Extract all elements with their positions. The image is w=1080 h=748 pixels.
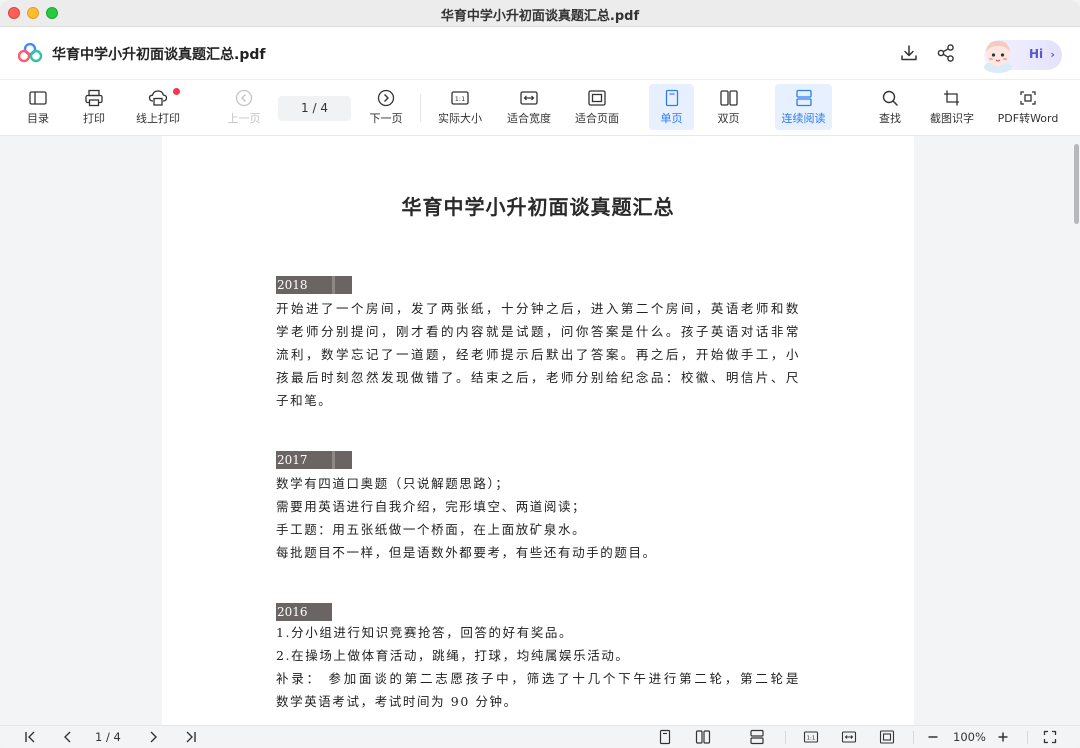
double-page-button[interactable]: 双页 — [706, 84, 751, 130]
continuous-scroll-icon[interactable] — [749, 729, 765, 745]
toolbar: 目录 打印 线上打印 上一页 1 / 4 下一页 1:1 实际大小 适合宽度 适… — [0, 80, 1080, 136]
bottom-divider — [1027, 731, 1028, 744]
prev-page-button[interactable]: 上一页 — [222, 84, 266, 130]
last-page-icon[interactable] — [183, 729, 199, 745]
single-page-button[interactable]: 单页 — [649, 84, 694, 130]
convert-icon — [1020, 91, 1036, 105]
page-number-input[interactable]: 1 / 4 — [278, 96, 351, 121]
section-year-label: 2017 年： — [276, 451, 332, 485]
continuous-reading-button[interactable]: 连续阅读 — [775, 84, 832, 130]
assistant-label[interactable]: Hi › — [1029, 47, 1055, 61]
svg-text:1:1: 1:1 — [455, 95, 465, 103]
printer-icon — [85, 89, 103, 107]
single-page-icon[interactable] — [657, 729, 673, 745]
page-indicator[interactable]: 1 / 4 — [95, 730, 121, 744]
toc-button[interactable]: 目录 — [18, 84, 58, 130]
fit-page-icon — [588, 90, 606, 106]
single-page-icon — [665, 89, 678, 107]
notification-dot — [173, 88, 180, 95]
bottom-bar: 1 / 4 1:1 100% — [0, 725, 1080, 748]
app-logo-icon — [18, 43, 42, 63]
fit-width-icon[interactable] — [841, 729, 857, 745]
chevron-left-circle-icon — [235, 89, 253, 107]
share-icon[interactable] — [936, 43, 956, 63]
bottom-divider — [913, 731, 914, 744]
toolbar-divider — [420, 94, 421, 122]
continuous-scroll-icon — [795, 89, 812, 107]
app-window: 华育中学小升初面谈真题汇总.pdf 华育中学小升初面谈真题汇总.pdf Hi ›… — [0, 0, 1080, 748]
app-header: 华育中学小升初面谈真题汇总.pdf Hi › — [0, 27, 1080, 80]
window-title: 华育中学小升初面谈真题汇总.pdf — [440, 9, 640, 24]
actual-size-icon: 1:1 — [451, 91, 469, 105]
title-bar: 华育中学小升初面谈真题汇总.pdf — [0, 0, 1080, 27]
fit-width-icon — [520, 91, 538, 105]
crop-icon — [944, 90, 959, 106]
section-paragraph: 开始进了一个房间，发了两张纸，十分钟之后，进入第二个房间，英语老师和数 学老师分… — [276, 301, 800, 408]
section-paragraph: 1.分小组进行知识竞赛抢答，回答的好有奖品。 2.在操场上做体育活动，跳绳，打球… — [276, 625, 800, 709]
actual-size-button[interactable]: 1:1 实际大小 — [434, 84, 486, 130]
fit-page-button[interactable]: 适合页面 — [570, 84, 624, 130]
section-year-label: 2016 年： — [276, 603, 332, 637]
fit-width-button[interactable]: 适合宽度 — [502, 84, 556, 130]
pdf-page: 华育中学小升初面谈真题汇总 2018 年： 开始进了一个房间，发了两张纸，十分钟… — [162, 136, 914, 725]
print-button[interactable]: 打印 — [74, 84, 114, 130]
next-page-button[interactable]: 下一页 — [364, 84, 408, 130]
screenshot-ocr-button[interactable]: 截图识字 — [926, 84, 978, 130]
prev-page-icon[interactable] — [60, 729, 76, 745]
search-button[interactable]: 查找 — [868, 84, 912, 130]
zoom-out-icon[interactable] — [925, 729, 941, 745]
highlight-mark — [332, 276, 352, 294]
cloud-print-icon — [148, 90, 168, 106]
search-icon — [882, 90, 898, 106]
document-viewport[interactable]: 华育中学小升初面谈真题汇总 2018 年： 开始进了一个房间，发了两张纸，十分钟… — [0, 136, 1080, 725]
bottom-divider — [785, 731, 786, 744]
pdf-to-word-button[interactable]: PDF转Word — [994, 84, 1062, 130]
double-page-icon[interactable] — [695, 729, 711, 745]
chevron-right-circle-icon — [377, 89, 395, 107]
double-page-icon — [719, 90, 738, 106]
section-paragraph: 数学有四道口奥题（只说解题思路）； 需要用英语进行自我介绍，完形填空、两道阅读；… — [276, 476, 657, 560]
toc-icon — [29, 91, 47, 105]
assistant-avatar-icon — [984, 40, 1012, 73]
zoom-level[interactable]: 100% — [953, 730, 986, 744]
fit-page-icon[interactable] — [879, 729, 895, 745]
vertical-scrollbar[interactable] — [1074, 144, 1079, 224]
actual-size-icon[interactable]: 1:1 — [803, 729, 819, 745]
next-page-icon[interactable] — [145, 729, 161, 745]
svg-text:1:1: 1:1 — [807, 736, 816, 742]
chevron-right-icon: › — [1050, 48, 1055, 61]
zoom-in-icon[interactable] — [995, 729, 1011, 745]
document-name: 华育中学小升初面谈真题汇总.pdf — [52, 47, 266, 63]
highlight-mark — [332, 451, 352, 469]
section-year-label: 2018 年： — [276, 276, 332, 310]
first-page-icon[interactable] — [22, 729, 38, 745]
download-icon[interactable] — [899, 43, 919, 63]
document-title: 华育中学小升初面谈真题汇总 — [401, 195, 675, 219]
fullscreen-icon[interactable] — [1042, 729, 1058, 745]
